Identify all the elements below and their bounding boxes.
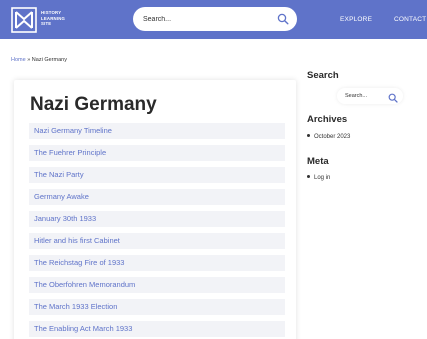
logo-line: SITE xyxy=(41,21,52,27)
list-item-link[interactable]: January 30th 1933 xyxy=(29,211,285,227)
sidebar-search-input[interactable] xyxy=(345,91,381,101)
header-search xyxy=(133,7,297,31)
link-list: Nazi Germany Timeline The Fuehrer Princi… xyxy=(29,123,285,339)
breadcrumb-home[interactable]: Home xyxy=(11,57,26,63)
list-item-link[interactable]: The Oberfohren Memorandum xyxy=(29,277,285,293)
sidebar-meta-heading: Meta xyxy=(307,156,329,167)
logo-icon[interactable] xyxy=(11,7,37,33)
content-card: Nazi Germany Nazi Germany Timeline The F… xyxy=(14,80,296,339)
breadcrumb-current: Nazi Germany xyxy=(31,57,67,63)
logo-text[interactable]: HISTORY LEARNING SITE xyxy=(41,10,65,27)
sidebar-search xyxy=(337,88,403,104)
archive-item: October 2023 xyxy=(307,133,350,140)
breadcrumb: Home » Nazi Germany xyxy=(11,57,67,63)
header-search-button[interactable] xyxy=(277,13,289,25)
bullet-icon xyxy=(307,174,310,178)
login-link[interactable]: Log in xyxy=(314,175,330,181)
page-title: Nazi Germany xyxy=(30,94,157,115)
list-item-link[interactable]: Hitler and his first Cabinet xyxy=(29,233,285,249)
breadcrumb-separator: » xyxy=(27,57,31,63)
list-item-link[interactable]: The Enabling Act March 1933 xyxy=(29,321,285,337)
site-header: HISTORY LEARNING SITE EXPLORE CONTACT xyxy=(0,0,427,39)
list-item-link[interactable]: Nazi Germany Timeline xyxy=(29,123,285,139)
bullet-icon xyxy=(307,133,310,137)
list-item-link[interactable]: Germany Awake xyxy=(29,189,285,205)
nav-explore[interactable]: EXPLORE xyxy=(340,16,372,23)
sidebar-archives-heading: Archives xyxy=(307,114,348,125)
search-icon xyxy=(277,13,289,25)
list-item-link[interactable]: The Reichstag Fire of 1933 xyxy=(29,255,285,271)
nav-contact[interactable]: CONTACT xyxy=(394,16,426,23)
archive-link[interactable]: October 2023 xyxy=(314,134,350,140)
list-item-link[interactable]: The March 1933 Election xyxy=(29,299,285,315)
header-search-input[interactable] xyxy=(143,12,271,26)
sidebar-search-heading: Search xyxy=(307,70,339,81)
sidebar-search-button[interactable] xyxy=(388,91,398,103)
list-item-link[interactable]: The Nazi Party xyxy=(29,167,285,183)
list-item-link[interactable]: The Fuehrer Principle xyxy=(29,145,285,161)
meta-item: Log in xyxy=(307,174,330,181)
search-icon xyxy=(388,93,398,103)
